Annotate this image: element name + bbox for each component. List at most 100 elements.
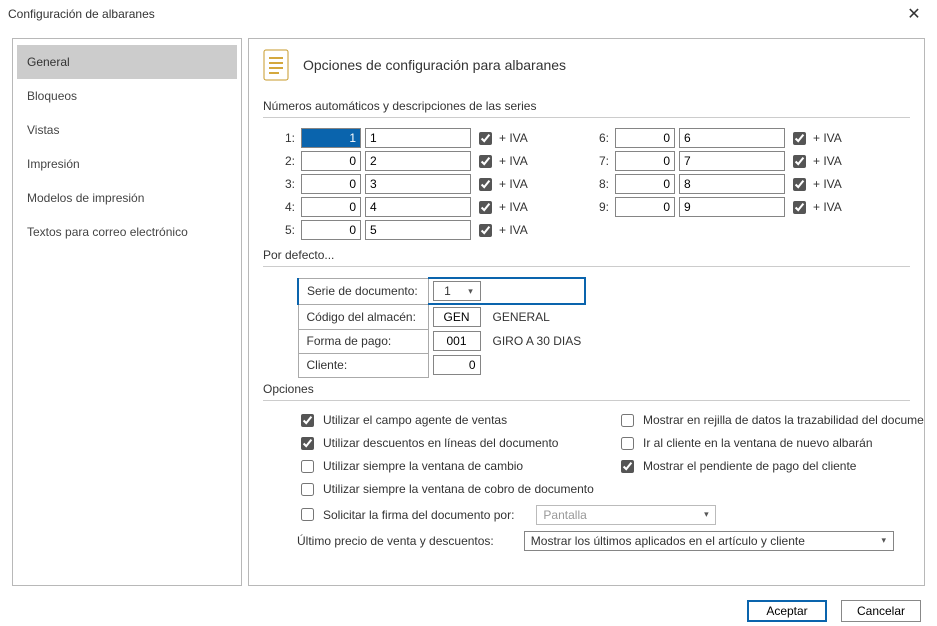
sidebar-item-4[interactable]: Modelos de impresión: [17, 181, 237, 215]
page-title: Opciones de configuración para albaranes: [303, 57, 566, 73]
series-iva-label: + IVA: [499, 131, 547, 145]
series-num-input[interactable]: [615, 197, 675, 217]
cancel-button[interactable]: Cancelar: [841, 600, 921, 622]
option-label: Utilizar el campo agente de ventas: [323, 413, 507, 427]
sidebar-item-3[interactable]: Impresión: [17, 147, 237, 181]
series-num-input[interactable]: [615, 128, 675, 148]
series-num-input[interactable]: [301, 220, 361, 240]
series-iva-label: + IVA: [499, 177, 547, 191]
series-iva-checkbox[interactable]: [479, 132, 492, 145]
sign-select[interactable]: Pantalla ▾: [536, 505, 716, 525]
series-index: 8:: [591, 177, 611, 191]
default-desc: [485, 353, 586, 377]
section-options-heading: Opciones: [263, 382, 910, 401]
option-checkbox[interactable]: [301, 414, 314, 427]
section-series-heading: Números automáticos y descripciones de l…: [263, 99, 910, 118]
series-desc-input[interactable]: [365, 128, 471, 148]
series-iva-checkbox[interactable]: [479, 178, 492, 191]
series-iva-checkbox[interactable]: [793, 201, 806, 214]
series-desc-input[interactable]: [365, 220, 471, 240]
default-select[interactable]: 1▾: [433, 281, 481, 301]
defaults-table: Serie de documento:1▾Código del almacén:…: [297, 277, 586, 378]
section-defaults-heading: Por defecto...: [263, 248, 910, 267]
sidebar-item-5[interactable]: Textos para correo electrónico: [17, 215, 237, 249]
default-code-input[interactable]: [433, 355, 481, 375]
default-label: Cliente:: [298, 353, 428, 377]
button-bar: Aceptar Cancelar: [0, 596, 937, 626]
default-code-input[interactable]: [433, 331, 481, 351]
option-checkbox[interactable]: [301, 483, 314, 496]
sidebar-item-2[interactable]: Vistas: [17, 113, 237, 147]
series-index: 4:: [277, 200, 297, 214]
series-iva-label: + IVA: [813, 154, 861, 168]
chevron-down-icon: ▾: [875, 535, 893, 546]
series-num-input[interactable]: [301, 151, 361, 171]
sidebar-item-0[interactable]: General: [17, 45, 237, 79]
lastprice-select[interactable]: Mostrar los últimos aplicados en el artí…: [524, 531, 894, 551]
default-desc: GENERAL: [485, 304, 586, 329]
lastprice-label: Último precio de venta y descuentos:: [297, 534, 494, 548]
series-desc-input[interactable]: [679, 197, 785, 217]
series-desc-input[interactable]: [679, 174, 785, 194]
option-checkbox[interactable]: [301, 437, 314, 450]
option-checkbox[interactable]: [621, 437, 634, 450]
series-desc-input[interactable]: [365, 197, 471, 217]
series-iva-checkbox[interactable]: [479, 224, 492, 237]
chevron-down-icon: ▾: [462, 286, 480, 297]
option-label: Ir al cliente en la ventana de nuevo alb…: [643, 436, 873, 450]
sidebar-item-1[interactable]: Bloqueos: [17, 79, 237, 113]
option-label: Utilizar descuentos en líneas del docume…: [323, 436, 558, 450]
series-iva-checkbox[interactable]: [793, 155, 806, 168]
series-iva-label: + IVA: [499, 223, 547, 237]
option-label: Mostrar el pendiente de pago del cliente: [643, 459, 856, 473]
default-desc: [485, 278, 586, 304]
series-index: 3:: [277, 177, 297, 191]
default-label: Serie de documento:: [298, 278, 428, 304]
sign-checkbox[interactable]: [301, 508, 314, 521]
close-icon[interactable]: ✕: [899, 4, 929, 24]
series-num-input[interactable]: [615, 174, 675, 194]
series-iva-checkbox[interactable]: [793, 178, 806, 191]
series-desc-input[interactable]: [679, 128, 785, 148]
option-checkbox[interactable]: [621, 460, 634, 473]
default-label: Código del almacén:: [298, 304, 428, 329]
sign-select-value: Pantalla: [537, 508, 697, 522]
option-label: Mostrar en rejilla de datos la trazabili…: [643, 413, 925, 427]
title-bar: Configuración de albaranes ✕: [0, 0, 937, 28]
series-index: 1:: [277, 131, 297, 145]
series-desc-input[interactable]: [365, 174, 471, 194]
default-select-value: 1: [434, 284, 462, 298]
series-index: 7:: [591, 154, 611, 168]
chevron-down-icon: ▾: [697, 509, 715, 520]
options-grid: Utilizar el campo agente de ventas Mostra…: [297, 411, 910, 499]
window-title: Configuración de albaranes: [8, 7, 155, 21]
series-index: 9:: [591, 200, 611, 214]
series-num-input[interactable]: [301, 128, 361, 148]
series-num-input[interactable]: [615, 151, 675, 171]
series-iva-label: + IVA: [499, 154, 547, 168]
series-iva-label: + IVA: [813, 177, 861, 191]
sidebar: GeneralBloqueosVistasImpresiónModelos de…: [12, 38, 242, 586]
lastprice-select-value: Mostrar los últimos aplicados en el artí…: [525, 534, 875, 548]
series-iva-label: + IVA: [813, 131, 861, 145]
main-panel: Opciones de configuración para albaranes…: [248, 38, 925, 586]
option-label: Utilizar siempre la ventana de cobro de …: [323, 482, 594, 496]
series-grid: 1:+ IVA6:+ IVA2:+ IVA7:+ IVA3:+ IVA8:+ I…: [277, 128, 910, 240]
series-index: 5:: [277, 223, 297, 237]
default-label: Forma de pago:: [298, 329, 428, 353]
default-code-input[interactable]: [433, 307, 481, 327]
series-iva-checkbox[interactable]: [479, 201, 492, 214]
series-iva-checkbox[interactable]: [793, 132, 806, 145]
series-num-input[interactable]: [301, 197, 361, 217]
series-index: 6:: [591, 131, 611, 145]
option-checkbox[interactable]: [301, 460, 314, 473]
series-iva-label: + IVA: [499, 200, 547, 214]
series-iva-checkbox[interactable]: [479, 155, 492, 168]
series-num-input[interactable]: [301, 174, 361, 194]
accept-button[interactable]: Aceptar: [747, 600, 827, 622]
option-checkbox[interactable]: [621, 414, 634, 427]
option-label: Utilizar siempre la ventana de cambio: [323, 459, 523, 473]
series-desc-input[interactable]: [365, 151, 471, 171]
series-desc-input[interactable]: [679, 151, 785, 171]
default-desc: GIRO A 30 DIAS: [485, 329, 586, 353]
